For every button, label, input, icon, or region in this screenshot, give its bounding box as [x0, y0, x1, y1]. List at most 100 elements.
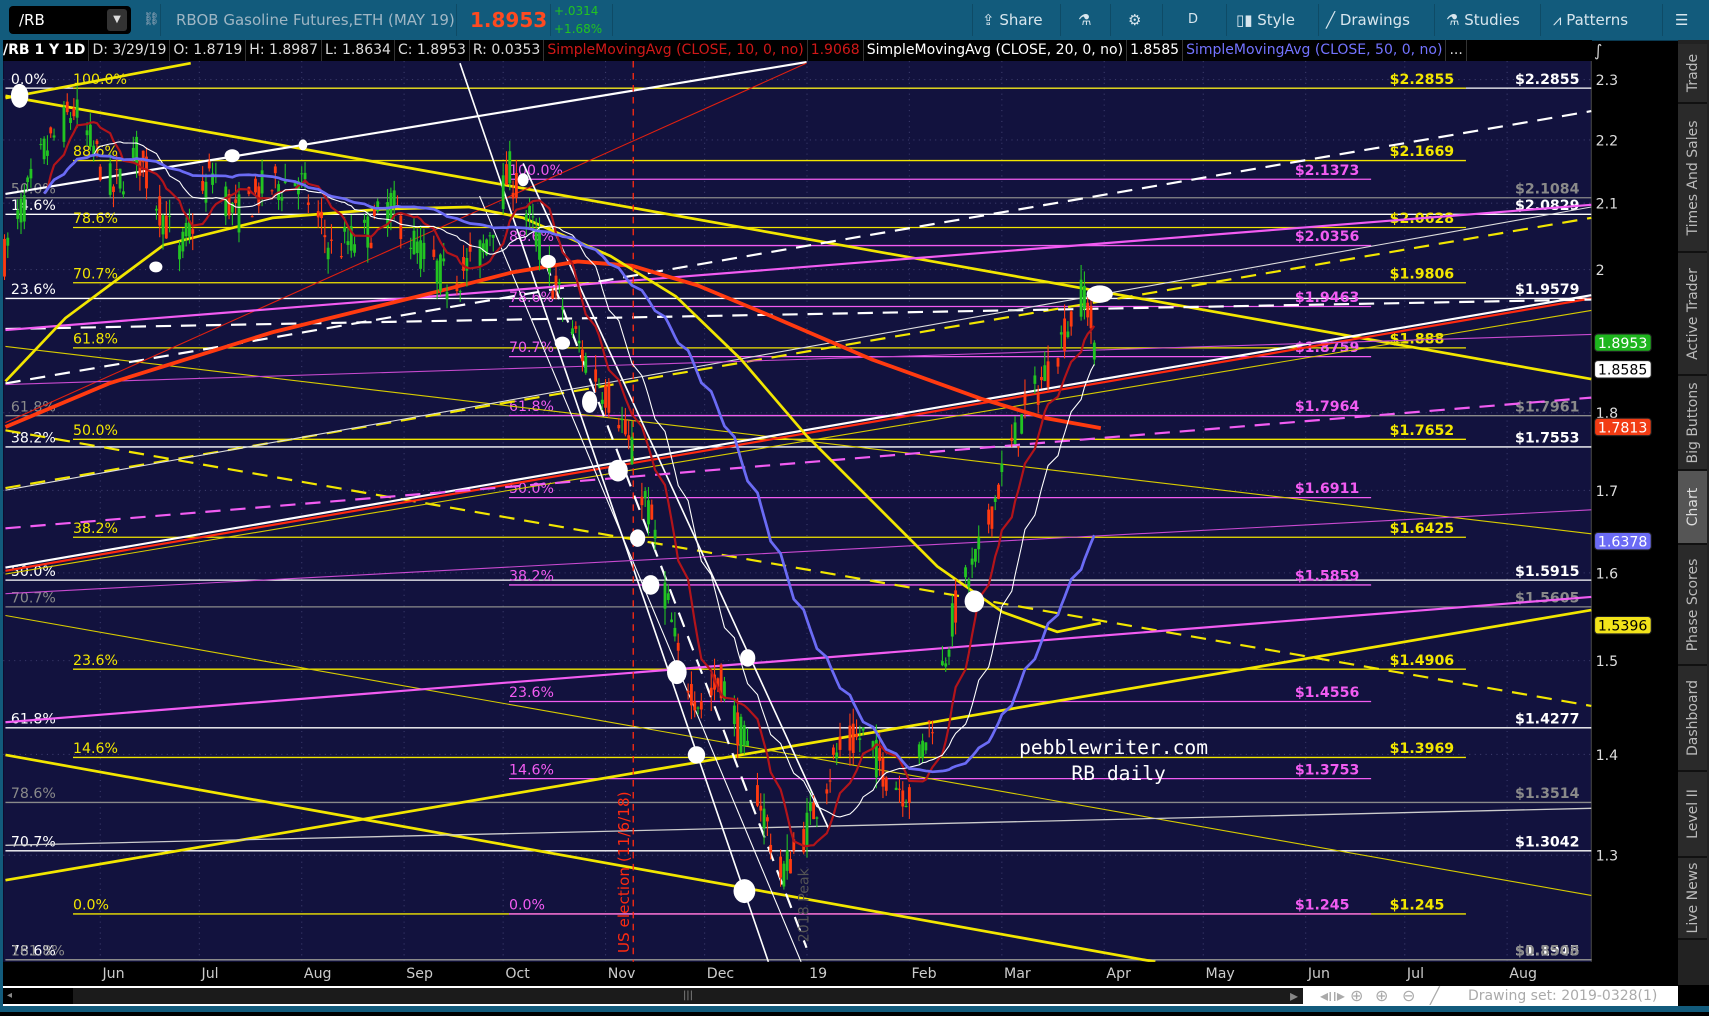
candle-body[interactable]: [531, 216, 535, 218]
candle-body[interactable]: [62, 106, 66, 142]
candle-body[interactable]: [901, 790, 905, 807]
candle-body[interactable]: [399, 215, 403, 239]
candle-body[interactable]: [524, 214, 528, 221]
candle-body[interactable]: [204, 181, 208, 203]
candle-body[interactable]: [1066, 331, 1070, 338]
candle-body[interactable]: [3, 238, 6, 277]
candle-body[interactable]: [458, 291, 462, 293]
candle-body[interactable]: [765, 817, 769, 822]
candle-body[interactable]: [894, 787, 898, 791]
candle-body[interactable]: [488, 235, 492, 237]
candle-body[interactable]: [389, 192, 393, 219]
candle-body[interactable]: [392, 190, 396, 207]
candle-body[interactable]: [112, 186, 115, 193]
candle-body[interactable]: [435, 260, 439, 284]
candle-body[interactable]: [676, 642, 680, 651]
candle-body[interactable]: [670, 619, 674, 623]
candle-body[interactable]: [376, 201, 380, 212]
candle-body[interactable]: [561, 306, 565, 310]
candle-body[interactable]: [832, 747, 835, 755]
candle-body[interactable]: [954, 590, 958, 623]
candle-body[interactable]: [316, 211, 320, 218]
candle-body[interactable]: [917, 744, 921, 758]
candle-body[interactable]: [650, 504, 654, 520]
candle-body[interactable]: [16, 210, 20, 219]
candle-body[interactable]: [769, 844, 773, 853]
candle-body[interactable]: [363, 219, 366, 223]
candle-body[interactable]: [600, 399, 604, 404]
candle-body[interactable]: [72, 108, 76, 117]
time-axis[interactable]: [3, 961, 1592, 985]
candle-body[interactable]: [759, 805, 763, 811]
candle-body[interactable]: [432, 249, 436, 257]
candle-body[interactable]: [828, 780, 832, 782]
candle-body[interactable]: [260, 170, 264, 194]
candle-body[interactable]: [250, 216, 254, 218]
candle-body[interactable]: [1020, 414, 1024, 434]
candle-body[interactable]: [514, 173, 518, 198]
candle-body[interactable]: [118, 168, 122, 189]
candle-body[interactable]: [29, 168, 33, 179]
candle-body[interactable]: [789, 859, 792, 874]
scroll-left-icon[interactable]: ◂: [7, 988, 12, 1004]
candle-body[interactable]: [987, 509, 991, 525]
candle-body[interactable]: [181, 231, 185, 252]
candle-body[interactable]: [1043, 365, 1047, 382]
candle-body[interactable]: [851, 723, 855, 754]
candle-body[interactable]: [65, 101, 69, 113]
candle-body[interactable]: [1010, 437, 1014, 441]
candle-body[interactable]: [673, 627, 677, 637]
candle-body[interactable]: [85, 130, 89, 136]
candle-body[interactable]: [505, 164, 508, 185]
candle-body[interactable]: [878, 748, 882, 761]
candle-body[interactable]: [1086, 302, 1090, 318]
candle-body[interactable]: [121, 191, 125, 195]
candle-body[interactable]: [693, 701, 697, 711]
candle-body[interactable]: [838, 736, 842, 750]
candle-body[interactable]: [627, 435, 631, 440]
candle-body[interactable]: [131, 147, 135, 159]
candle-body[interactable]: [647, 500, 650, 525]
candle-body[interactable]: [108, 163, 112, 195]
candle-body[interactable]: [881, 758, 885, 787]
candle-body[interactable]: [161, 215, 165, 235]
candle-body[interactable]: [696, 707, 700, 709]
candle-body[interactable]: [835, 752, 839, 759]
tab-chart[interactable]: Chart: [1678, 471, 1707, 546]
candle-body[interactable]: [1040, 376, 1043, 381]
candle-body[interactable]: [254, 178, 257, 193]
candle-body[interactable]: [1079, 279, 1083, 317]
candle-body[interactable]: [554, 275, 558, 286]
candle-body[interactable]: [594, 369, 598, 382]
candle-body[interactable]: [927, 720, 931, 722]
candle-body[interactable]: [52, 135, 56, 138]
candle-body[interactable]: [528, 205, 532, 214]
candle-body[interactable]: [1000, 463, 1004, 473]
candle-body[interactable]: [442, 258, 446, 262]
candle-body[interactable]: [1013, 422, 1017, 445]
candle-body[interactable]: [967, 579, 971, 587]
candle-body[interactable]: [455, 283, 459, 292]
candle-body[interactable]: [303, 172, 307, 180]
candle-body[interactable]: [620, 418, 624, 421]
candle-body[interactable]: [739, 716, 743, 753]
candle-body[interactable]: [970, 558, 974, 565]
candle-body[interactable]: [330, 239, 333, 241]
candle-body[interactable]: [742, 725, 746, 746]
candle-body[interactable]: [1092, 342, 1096, 360]
candle-body[interactable]: [884, 777, 888, 791]
candle-body[interactable]: [508, 151, 512, 184]
candle-body[interactable]: [19, 198, 23, 223]
candle-body[interactable]: [270, 190, 274, 192]
candle-body[interactable]: [323, 235, 327, 238]
candle-body[interactable]: [6, 237, 10, 246]
candle-body[interactable]: [581, 349, 584, 362]
horizontal-scrollbar[interactable]: ◂ |||: [3, 988, 1303, 1004]
candle-body[interactable]: [339, 255, 343, 258]
candle-body[interactable]: [805, 812, 809, 846]
candle-body[interactable]: [422, 242, 426, 260]
candle-body[interactable]: [617, 424, 621, 429]
candle-body[interactable]: [46, 150, 49, 156]
candle-body[interactable]: [607, 382, 611, 413]
candle-body[interactable]: [178, 245, 181, 260]
